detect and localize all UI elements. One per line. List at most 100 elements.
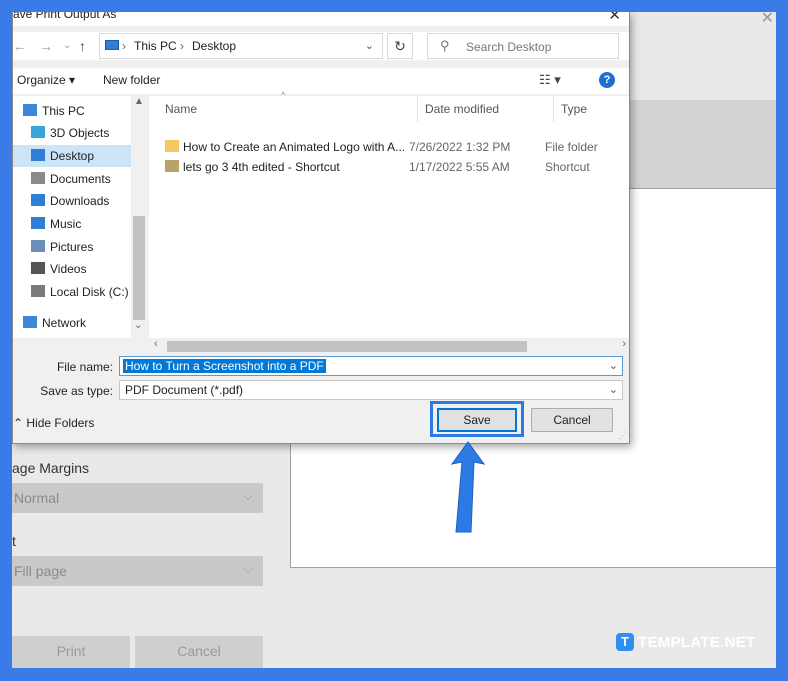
file-row[interactable]: lets go 3 4th edited - Shortcut 1/17/2022… <box>165 157 625 177</box>
save-as-type-select[interactable]: PDF Document (*.pdf) ⌄ <box>119 380 623 400</box>
file-date-modified: 1/17/2022 5:55 AM <box>409 160 510 174</box>
column-header-date-modified[interactable]: Date modified <box>425 102 499 116</box>
nav-item-network[interactable]: Network <box>13 312 131 334</box>
column-divider[interactable] <box>553 96 554 122</box>
refresh-icon[interactable]: ↻ <box>387 33 413 59</box>
chevron-down-icon[interactable]: ⌄ <box>609 359 618 372</box>
nav-item-label: Music <box>50 217 82 231</box>
print-preview-header <box>628 100 776 200</box>
scale-label: t <box>12 533 16 549</box>
watermark-text: TEMPLATE.NET <box>638 633 756 651</box>
disk-icon <box>31 285 45 297</box>
help-icon[interactable]: ? <box>599 72 615 88</box>
scale-value: Fill page <box>14 563 67 579</box>
nav-item-music[interactable]: Music <box>13 213 131 235</box>
nav-item-label: Documents <box>50 172 111 186</box>
screenshot-frame: ✕ age Margins Normal ⌵ t Fill page ⌵ Pri… <box>12 12 776 668</box>
file-list-horizontal-scrollbar[interactable]: ‹ › <box>149 338 629 354</box>
this-pc-icon <box>105 40 119 50</box>
scroll-down-icon[interactable]: ⌄ <box>134 320 142 331</box>
up-arrow-icon[interactable]: ↑ <box>79 38 86 54</box>
nav-item-videos[interactable]: Videos <box>13 258 131 280</box>
forward-arrow-icon[interactable]: → <box>39 38 53 54</box>
view-options-icon[interactable]: ☷ ▾ <box>539 72 561 88</box>
chevron-down-icon: ⌵ <box>243 488 253 503</box>
breadcrumb-desktop[interactable]: Desktop <box>192 39 236 53</box>
cancel-button[interactable]: Cancel <box>531 408 613 432</box>
scroll-up-icon[interactable]: ▲ <box>134 96 144 107</box>
print-window-close-icon[interactable]: ✕ <box>761 12 774 28</box>
dialog-titlebar: ave Print Output As ✕ <box>13 12 629 26</box>
folder-icon <box>165 140 179 152</box>
file-name: lets go 3 4th edited - Shortcut <box>183 160 340 174</box>
music-icon <box>31 217 45 229</box>
video-icon <box>31 262 45 274</box>
breadcrumb-separator: › <box>180 39 184 53</box>
organize-button[interactable]: Organize ▾ <box>17 73 75 87</box>
nav-scrollbar[interactable]: ▲ ⌄ <box>131 96 147 338</box>
scale-select[interactable]: Fill page ⌵ <box>12 556 263 586</box>
address-bar[interactable]: › This PC › Desktop ⌄ <box>99 33 383 59</box>
save-print-output-dialog: ave Print Output As ✕ ← → ⌄ ↑ › This PC … <box>12 12 630 444</box>
file-name-label: File name: <box>56 360 113 374</box>
nav-item-label: Local Disk (C:) <box>50 285 129 299</box>
nav-item-label: 3D Objects <box>50 126 110 140</box>
resize-grip-icon[interactable]: ⋰ <box>618 430 627 441</box>
column-header-name[interactable]: Name <box>165 102 197 116</box>
close-icon[interactable]: ✕ <box>608 12 621 24</box>
template-logo-icon: T <box>616 633 634 651</box>
hide-folders-label: Hide Folders <box>26 416 95 430</box>
chevron-down-icon[interactable]: ⌄ <box>365 39 374 52</box>
scroll-left-icon[interactable]: ‹ <box>154 338 158 350</box>
nav-item-label: This PC <box>42 104 85 118</box>
nav-item-downloads[interactable]: Downloads <box>13 190 131 212</box>
nav-item-3d-objects[interactable]: 3D Objects <box>13 122 131 144</box>
new-folder-button[interactable]: New folder <box>103 73 160 87</box>
scroll-right-icon[interactable]: › <box>622 338 626 350</box>
cube-icon <box>31 126 45 138</box>
column-header-type[interactable]: Type <box>561 102 587 116</box>
search-placeholder: Search Desktop <box>466 40 552 54</box>
nav-item-label: Videos <box>50 262 87 276</box>
command-bar: Organize ▾ New folder ☷ ▾ ? <box>13 68 629 94</box>
nav-item-this-pc[interactable]: This PC <box>13 100 131 122</box>
page-margins-select[interactable]: Normal ⌵ <box>12 483 263 513</box>
recent-locations-chevron-icon[interactable]: ⌄ <box>63 40 71 51</box>
file-name-value[interactable]: How to Turn a Screenshot into a PDF <box>123 359 326 373</box>
address-row: ← → ⌄ ↑ › This PC › Desktop ⌄ ↻ ⚲ Search… <box>13 32 629 60</box>
save-as-type-label: Save as type: <box>40 384 113 398</box>
print-button[interactable]: Print <box>12 636 130 668</box>
back-arrow-icon[interactable]: ← <box>13 38 27 54</box>
file-date-modified: 7/26/2022 1:32 PM <box>409 140 511 154</box>
nav-item-local-disk-c[interactable]: Local Disk (C:) <box>13 281 131 303</box>
save-button[interactable]: Save <box>437 408 517 432</box>
chevron-down-icon: ⌵ <box>243 561 253 576</box>
nav-item-documents[interactable]: Documents <box>13 168 131 190</box>
file-type: File folder <box>545 140 598 154</box>
file-row[interactable]: How to Create an Animated Logo with A...… <box>165 137 625 157</box>
chevron-down-icon[interactable]: ⌄ <box>609 383 618 396</box>
hide-folders-button[interactable]: ⌃ Hide Folders <box>13 416 94 430</box>
nav-item-pictures[interactable]: Pictures <box>13 236 131 258</box>
template-net-watermark: T TEMPLATE.NET <box>616 633 755 651</box>
column-divider[interactable] <box>417 96 418 122</box>
dialog-title: ave Print Output As <box>13 12 117 21</box>
file-type: Shortcut <box>545 160 590 174</box>
nav-item-label: Pictures <box>50 240 94 254</box>
search-input[interactable]: ⚲ Search Desktop <box>427 33 619 59</box>
nav-item-label: Network <box>42 316 87 330</box>
file-name-field[interactable]: How to Turn a Screenshot into a PDF ⌄ <box>119 356 623 376</box>
print-cancel-button[interactable]: Cancel <box>135 636 263 668</box>
file-list: ^ Name Date modified Type How to Create … <box>149 90 629 338</box>
nav-item-desktop[interactable]: Desktop <box>13 145 131 167</box>
breadcrumb-this-pc[interactable]: This PC <box>134 39 177 53</box>
nav-scrollbar-thumb[interactable] <box>133 216 145 320</box>
navigation-pane: This PC 3D Objects Desktop Documents Downloa… <box>13 96 147 338</box>
nav-item-label: Downloads <box>50 194 110 208</box>
chevron-up-icon: ⌃ <box>13 416 27 430</box>
network-icon <box>23 316 37 328</box>
page-margins-label: age Margins <box>12 460 90 476</box>
page-margins-value: Normal <box>14 490 60 506</box>
search-icon: ⚲ <box>440 38 450 53</box>
horizontal-scrollbar-thumb[interactable] <box>167 341 527 352</box>
